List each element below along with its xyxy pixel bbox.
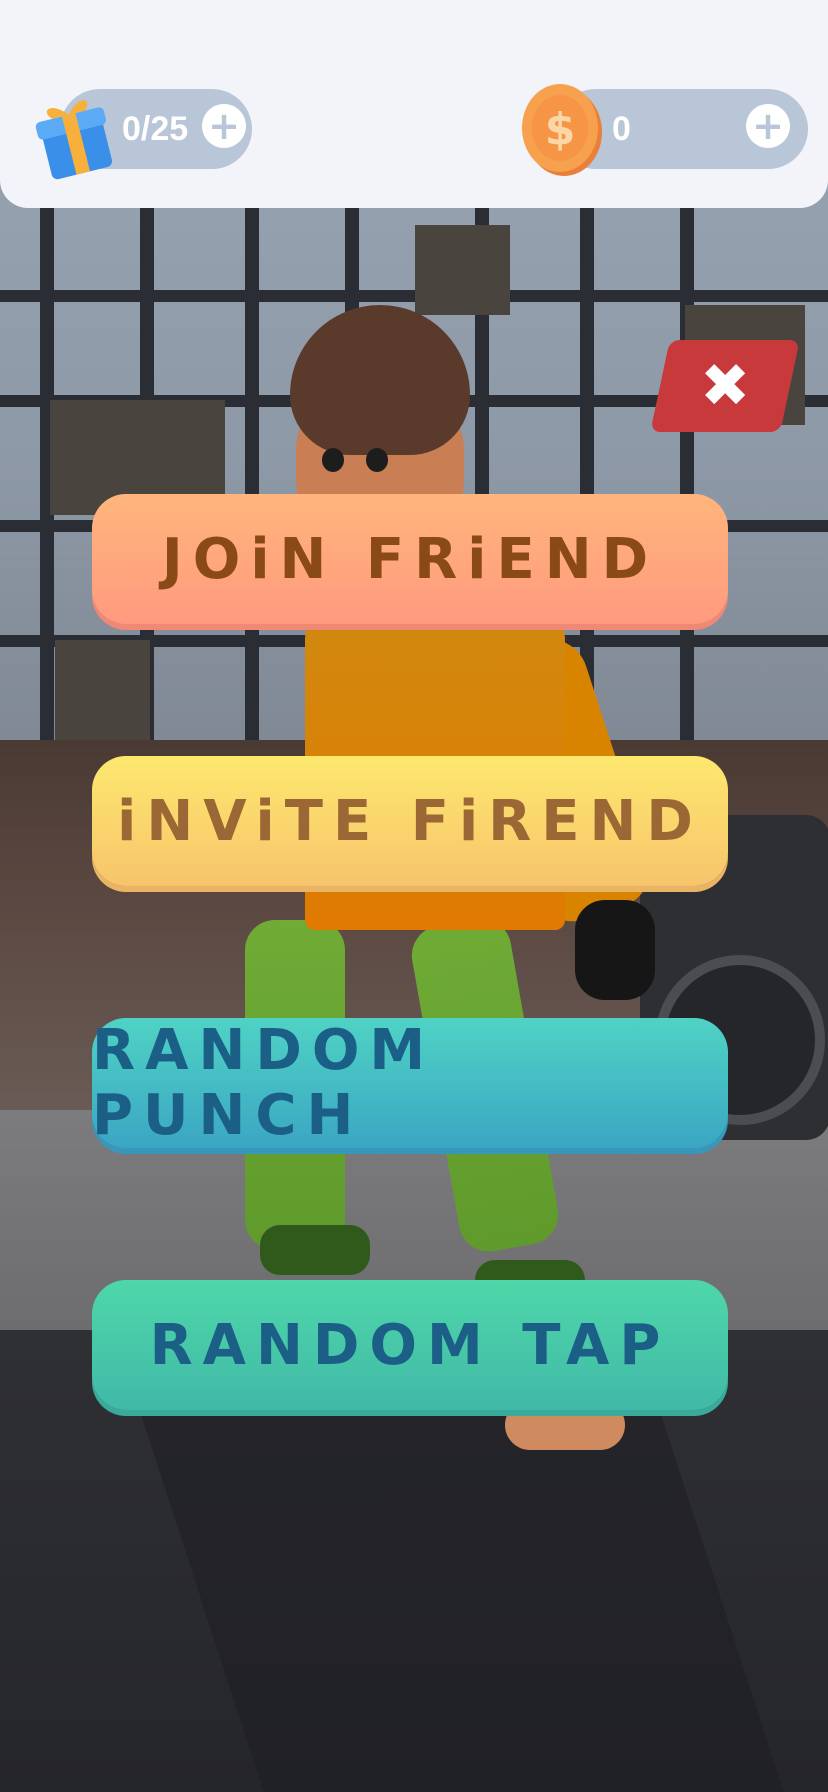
close-x-icon: ✖ <box>699 351 751 421</box>
join-friend-button[interactable]: JOiN FRiEND <box>92 494 728 624</box>
svg-text:$: $ <box>545 104 576 155</box>
window-frame <box>0 290 828 302</box>
close-button[interactable]: ✖ <box>650 340 800 432</box>
invite-friend-button[interactable]: iNViTE FiREND <box>92 756 728 886</box>
wall-panel <box>415 225 510 315</box>
window-frame <box>245 200 259 760</box>
dollar-coin-icon: $ <box>522 84 602 176</box>
window-frame <box>680 200 694 760</box>
add-gift-button[interactable]: + <box>202 104 246 148</box>
wall-panel <box>55 640 150 750</box>
random-tap-button[interactable]: RANDOM TAP <box>92 1280 728 1410</box>
plus-icon: + <box>208 104 240 148</box>
character-eye <box>322 448 344 472</box>
top-hud-bar: 0/25 + 0 + $ <box>0 0 828 208</box>
coin-counter-text: 0 <box>612 110 631 148</box>
character-glove <box>575 900 655 1000</box>
add-coins-button[interactable]: + <box>746 104 790 148</box>
plus-icon: + <box>752 104 784 148</box>
game-scene-background <box>0 0 828 1792</box>
random-punch-button[interactable]: RANDOM PUNCH <box>92 1018 728 1148</box>
character-eye <box>366 448 388 472</box>
gift-box-icon <box>35 100 113 180</box>
left-boot <box>260 1225 370 1275</box>
gift-counter-text: 0/25 <box>122 110 189 148</box>
